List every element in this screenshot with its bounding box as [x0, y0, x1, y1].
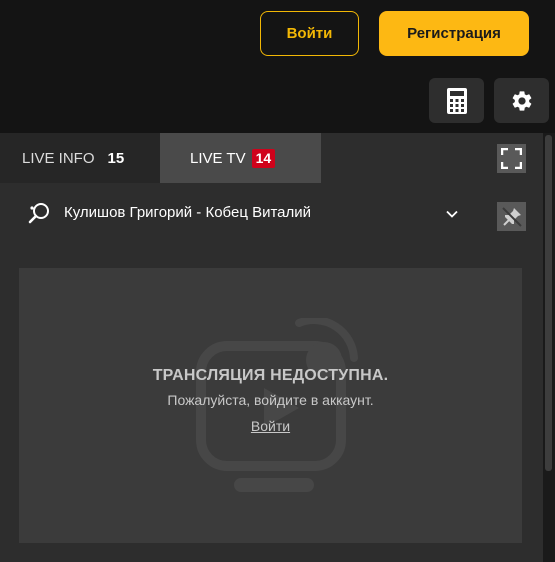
- tab-live-tv-label: LIVE TV: [190, 149, 246, 167]
- tab-live-info-count: 15: [107, 149, 125, 167]
- chevron-down-icon[interactable]: [445, 207, 459, 221]
- unpin-button[interactable]: [497, 202, 526, 231]
- stream-unavailable-subtitle: Пожалуйста, войдите в аккаунт.: [167, 392, 374, 408]
- gear-icon: [512, 90, 531, 111]
- tab-live-info[interactable]: LIVE INFO 15: [0, 133, 160, 183]
- tab-live-tv-count-badge: 14: [251, 148, 276, 168]
- header: Войти Регистрация: [0, 0, 555, 133]
- calculator-icon: [446, 87, 467, 114]
- fullscreen-icon: [501, 148, 522, 169]
- scrollbar-thumb[interactable]: [545, 135, 552, 471]
- unpin-icon: [501, 206, 522, 227]
- register-button[interactable]: Регистрация: [379, 11, 529, 56]
- calculator-button[interactable]: [429, 78, 484, 123]
- match-selector[interactable]: Кулишов Григорий - Кобец Виталий: [0, 183, 543, 249]
- tab-live-info-label: LIVE INFO: [22, 149, 95, 167]
- match-title: Кулишов Григорий - Кобец Виталий: [64, 204, 312, 221]
- stream-unavailable-message: ТРАНСЛЯЦИЯ НЕДОСТУПНА. Пожалуйста, войди…: [19, 367, 522, 436]
- stream-login-link[interactable]: Войти: [251, 418, 290, 434]
- login-button[interactable]: Войти: [260, 11, 359, 56]
- fullscreen-button[interactable]: [497, 144, 526, 173]
- live-tabs: LIVE INFO 15 LIVE TV 14: [0, 133, 543, 183]
- live-panel: LIVE INFO 15 LIVE TV 14 Кулишов Григорий…: [0, 133, 543, 562]
- stream-unavailable-title: ТРАНСЛЯЦИЯ НЕДОСТУПНА.: [152, 367, 389, 384]
- video-player: ТРАНСЛЯЦИЯ НЕДОСТУПНА. Пожалуйста, войди…: [19, 268, 522, 543]
- table-tennis-icon: [28, 203, 49, 224]
- scrollbar[interactable]: [543, 133, 555, 562]
- settings-button[interactable]: [494, 78, 549, 123]
- tab-live-tv[interactable]: LIVE TV 14: [160, 133, 321, 183]
